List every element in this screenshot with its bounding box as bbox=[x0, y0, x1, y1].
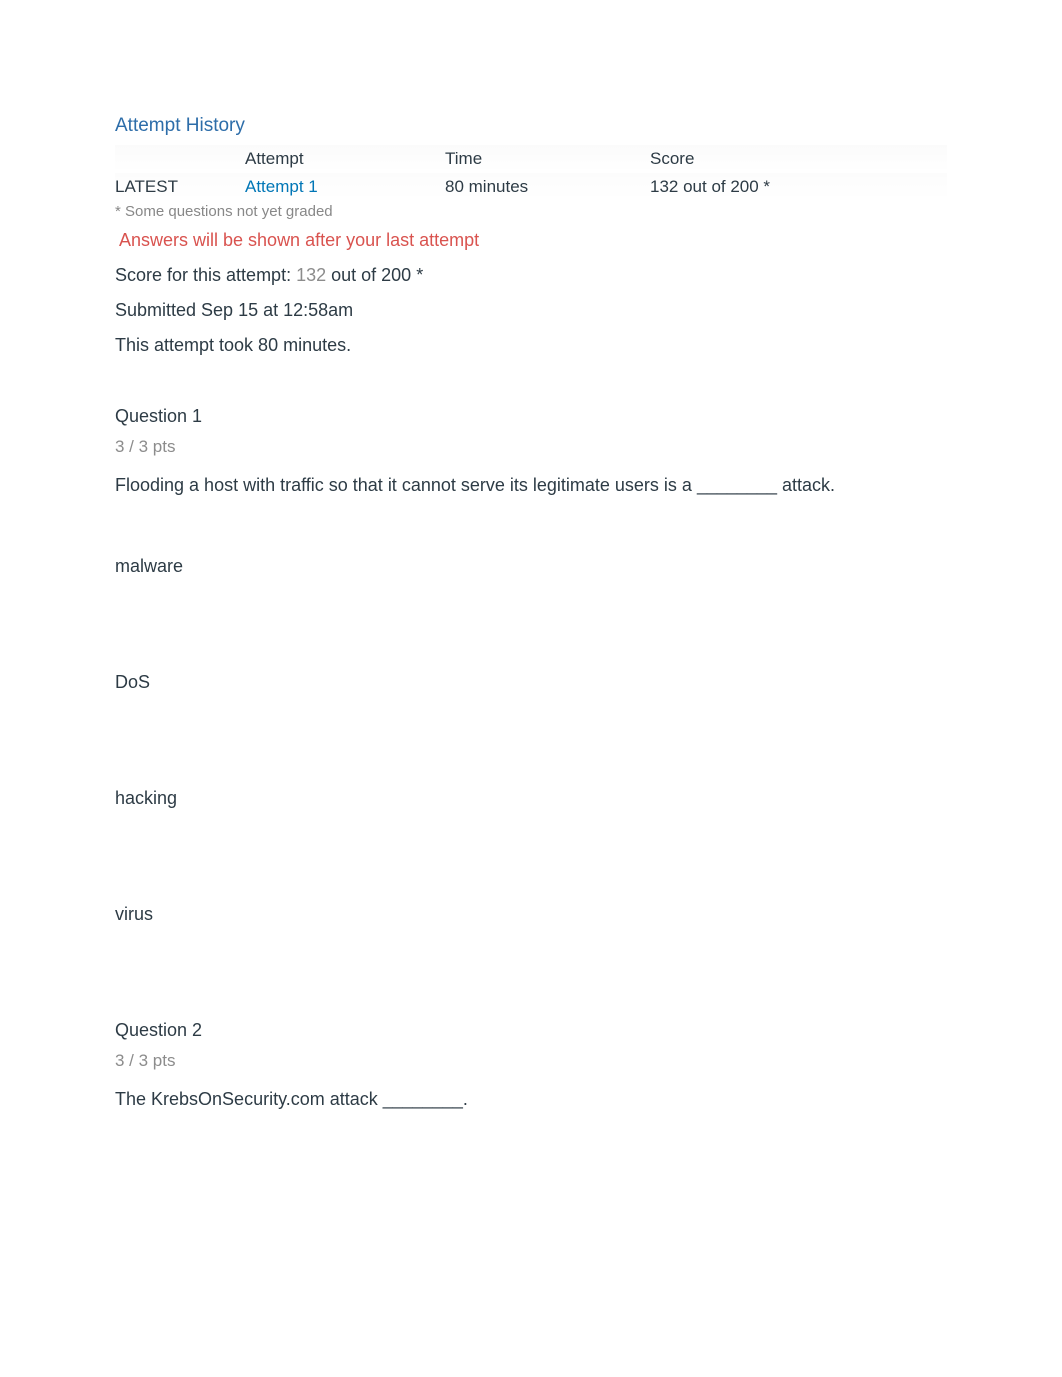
question-points: 3 / 3 pts bbox=[115, 437, 947, 457]
attempt-time: 80 minutes bbox=[445, 173, 650, 201]
score-value: 132 bbox=[296, 265, 326, 285]
answers-notice: Answers will be shown after your last at… bbox=[119, 230, 947, 251]
attempt-history-title: Attempt History bbox=[115, 115, 947, 137]
attempt-score: 132 out of 200 * bbox=[650, 173, 947, 201]
attempt-history-table: Attempt Time Score LATEST Attempt 1 80 m… bbox=[115, 145, 947, 201]
question-text: The KrebsOnSecurity.com attack ________. bbox=[115, 1089, 947, 1110]
answer-option: malware bbox=[115, 556, 947, 577]
score-for-attempt: Score for this attempt: 132 out of 200 * bbox=[115, 265, 947, 286]
attempt-link[interactable]: Attempt 1 bbox=[245, 177, 318, 196]
attempt-label: LATEST bbox=[115, 173, 245, 201]
question-title: Question 1 bbox=[115, 406, 947, 427]
question-block: Question 2 3 / 3 pts The KrebsOnSecurity… bbox=[115, 1020, 947, 1110]
score-prefix: Score for this attempt: bbox=[115, 265, 296, 285]
grading-footnote: * Some questions not yet graded bbox=[115, 203, 947, 220]
score-suffix: out of 200 * bbox=[326, 265, 423, 285]
question-block: Question 1 3 / 3 pts Flooding a host wit… bbox=[115, 406, 947, 925]
answer-option: hacking bbox=[115, 788, 947, 809]
submitted-time: Submitted Sep 15 at 12:58am bbox=[115, 300, 947, 321]
answer-option: virus bbox=[115, 904, 947, 925]
table-header-attempt: Attempt bbox=[245, 145, 445, 173]
question-title: Question 2 bbox=[115, 1020, 947, 1041]
question-text: Flooding a host with traffic so that it … bbox=[115, 475, 947, 496]
table-header-blank bbox=[115, 145, 245, 173]
attempt-duration: This attempt took 80 minutes. bbox=[115, 335, 947, 356]
question-points: 3 / 3 pts bbox=[115, 1051, 947, 1071]
table-header-time: Time bbox=[445, 145, 650, 173]
table-header-score: Score bbox=[650, 145, 947, 173]
table-row: LATEST Attempt 1 80 minutes 132 out of 2… bbox=[115, 173, 947, 201]
answer-option: DoS bbox=[115, 672, 947, 693]
